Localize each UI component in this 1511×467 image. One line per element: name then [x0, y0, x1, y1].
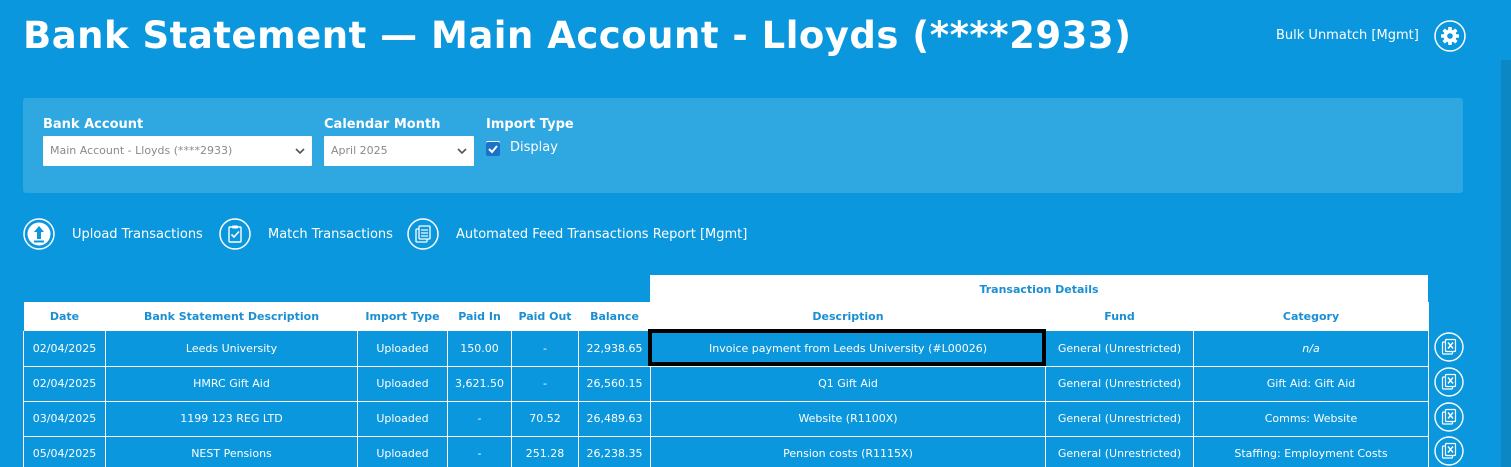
match-transactions-label: Match Transactions — [268, 226, 393, 242]
cell-balance: 26,489.63 — [578, 401, 651, 437]
cell-balance: 26,560.15 — [578, 366, 651, 402]
page-title: Bank Statement — Main Account - Lloyds (… — [23, 14, 1132, 57]
import-type-label: Import Type — [486, 117, 574, 132]
transactions-table: Date Bank Statement Description Import T… — [23, 302, 1429, 467]
table-header-row: Date Bank Statement Description Import T… — [23, 302, 1429, 331]
vertical-scrollbar[interactable] — [1501, 60, 1511, 467]
table-row[interactable]: 02/04/2025 HMRC Gift Aid Uploaded 3,621.… — [23, 366, 1429, 402]
cell-description[interactable]: Invoice payment from Leeds University (#… — [650, 331, 1046, 367]
gear-icon[interactable] — [1434, 20, 1466, 52]
cell-import-type: Uploaded — [357, 436, 448, 467]
upload-icon — [23, 218, 55, 250]
unmatch-row-button-1[interactable] — [1434, 332, 1464, 362]
column-header-import-type[interactable]: Import Type — [357, 302, 448, 331]
cell-description[interactable]: Pension costs (R1115X) — [650, 436, 1046, 467]
column-header-fund[interactable]: Fund — [1045, 302, 1194, 331]
cell-balance: 26,238.35 — [578, 436, 651, 467]
cell-paid-in: 3,621.50 — [447, 366, 512, 402]
cell-bank-description: HMRC Gift Aid — [105, 366, 358, 402]
column-header-paid-out[interactable]: Paid Out — [511, 302, 579, 331]
cell-date: 03/04/2025 — [23, 401, 106, 437]
match-icon — [219, 218, 251, 250]
unmatch-icon — [1434, 402, 1464, 432]
column-header-bank-statement-description[interactable]: Bank Statement Description — [105, 302, 358, 331]
cell-description[interactable]: Website (R1100X) — [650, 401, 1046, 437]
cell-category: Staffing: Employment Costs — [1193, 436, 1429, 467]
cell-paid-out: 251.28 — [511, 436, 579, 467]
column-header-balance[interactable]: Balance — [578, 302, 651, 331]
upload-transactions-label: Upload Transactions — [72, 226, 203, 242]
unmatch-icon — [1434, 436, 1464, 466]
cell-category: n/a — [1193, 331, 1429, 367]
upload-transactions-action[interactable]: Upload Transactions — [23, 218, 203, 250]
bank-account-select[interactable]: Main Account - Lloyds (****2933) — [43, 136, 312, 166]
automated-feed-report-label: Automated Feed Transactions Report [Mgmt… — [456, 226, 748, 242]
chevron-down-icon — [457, 148, 467, 155]
table-row[interactable]: 05/04/2025 NEST Pensions Uploaded - 251.… — [23, 436, 1429, 467]
cell-date: 05/04/2025 — [23, 436, 106, 467]
cell-paid-in: 150.00 — [447, 331, 512, 367]
column-header-description[interactable]: Description — [650, 302, 1046, 331]
table-row[interactable]: 03/04/2025 1199 123 REG LTD Uploaded - 7… — [23, 401, 1429, 437]
cell-paid-out: - — [511, 331, 579, 367]
cell-balance: 22,938.65 — [578, 331, 651, 367]
automated-feed-report-action[interactable]: Automated Feed Transactions Report [Mgmt… — [407, 218, 747, 250]
calendar-month-label: Calendar Month — [324, 117, 441, 132]
display-checkbox-label[interactable]: Display — [510, 140, 558, 155]
calendar-month-select[interactable]: April 2025 — [324, 136, 474, 166]
cell-import-type: Uploaded — [357, 366, 448, 402]
cell-date: 02/04/2025 — [23, 331, 106, 367]
cell-import-type: Uploaded — [357, 331, 448, 367]
bank-account-value: Main Account - Lloyds (****2933) — [50, 144, 233, 157]
match-transactions-action[interactable]: Match Transactions — [219, 218, 393, 250]
bulk-unmatch-link[interactable]: Bulk Unmatch [Mgmt] — [1276, 28, 1419, 43]
cell-fund: General (Unrestricted) — [1045, 366, 1194, 402]
unmatch-row-button-3[interactable] — [1434, 402, 1464, 432]
filter-panel: Bank Account Main Account - Lloyds (****… — [23, 98, 1463, 193]
cell-paid-in: - — [447, 436, 512, 467]
report-icon — [407, 218, 439, 250]
cell-bank-description: 1199 123 REG LTD — [105, 401, 358, 437]
cell-bank-description: Leeds University — [105, 331, 358, 367]
cell-fund: General (Unrestricted) — [1045, 331, 1194, 367]
calendar-month-value: April 2025 — [331, 144, 388, 157]
chevron-down-icon — [295, 148, 305, 155]
unmatch-icon — [1434, 332, 1464, 362]
column-header-date[interactable]: Date — [23, 302, 106, 331]
table-row[interactable]: 02/04/2025 Leeds University Uploaded 150… — [23, 331, 1429, 367]
unmatch-row-button-2[interactable] — [1434, 367, 1464, 397]
cell-category: Comms: Website — [1193, 401, 1429, 437]
transaction-details-header: Transaction Details — [650, 275, 1428, 302]
cell-date: 02/04/2025 — [23, 366, 106, 402]
checkmark-icon — [486, 142, 500, 156]
cell-paid-out: 70.52 — [511, 401, 579, 437]
cell-description[interactable]: Q1 Gift Aid — [650, 366, 1046, 402]
column-header-category[interactable]: Category — [1193, 302, 1429, 331]
cell-fund: General (Unrestricted) — [1045, 436, 1194, 467]
cell-fund: General (Unrestricted) — [1045, 401, 1194, 437]
bank-account-label: Bank Account — [43, 117, 144, 132]
cell-bank-description: NEST Pensions — [105, 436, 358, 467]
cell-paid-in: - — [447, 401, 512, 437]
cell-import-type: Uploaded — [357, 401, 448, 437]
cell-paid-out: - — [511, 366, 579, 402]
column-header-paid-in[interactable]: Paid In — [447, 302, 512, 331]
display-checkbox[interactable] — [486, 141, 500, 156]
unmatch-icon — [1434, 367, 1464, 397]
unmatch-row-button-4[interactable] — [1434, 436, 1464, 466]
cell-category: Gift Aid: Gift Aid — [1193, 366, 1429, 402]
